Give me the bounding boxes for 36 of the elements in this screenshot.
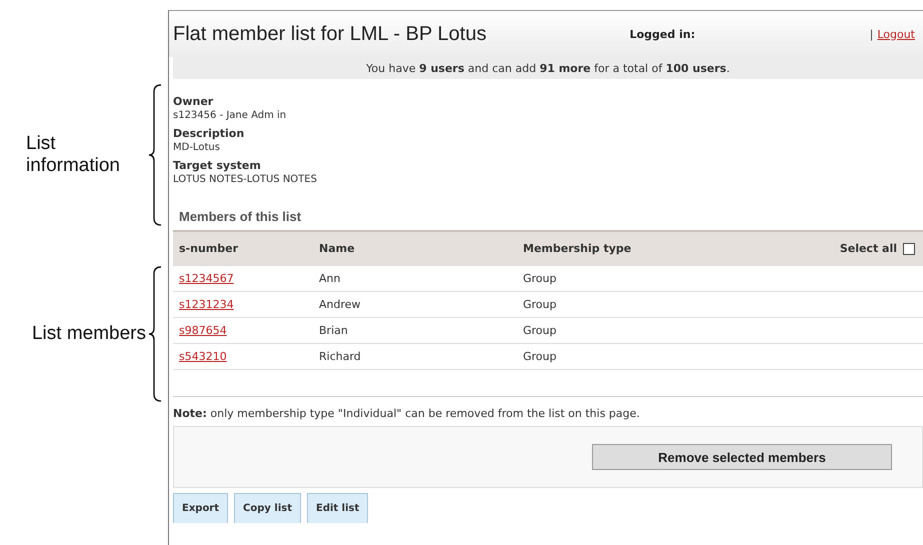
action-button[interactable]: Edit list <box>307 493 368 523</box>
table-cell-text: Group <box>523 298 558 311</box>
table-cell-text: Richard <box>319 350 362 363</box>
column-header: Name <box>319 242 356 255</box>
table-cell-text: Group <box>523 324 558 337</box>
table-cell-text: Group <box>523 272 558 285</box>
field-label: Target system <box>173 159 262 172</box>
field-value: LOTUS NOTES-LOTUS NOTES <box>173 174 318 185</box>
s-number-link[interactable]: s987654 <box>179 324 319 337</box>
remove-members-button[interactable]: Remove selected members <box>592 444 892 470</box>
field-label: Description <box>173 127 246 140</box>
note-text: Note: only membership type "Individual" can be removed from the list on this page. <box>172 406 641 422</box>
annotation-label: List members <box>32 323 146 345</box>
s-number-link[interactable]: s543210 <box>179 350 319 363</box>
field-value: MD-Lotus <box>173 142 221 153</box>
select-all-checkbox[interactable] <box>903 242 915 254</box>
table-cell-text: Ann <box>319 272 342 285</box>
logged-in-label: Logged in: <box>630 28 696 40</box>
column-header: Membership type <box>523 242 632 255</box>
action-button[interactable]: Copy list <box>234 493 301 523</box>
table-cell-text: Andrew <box>319 298 362 311</box>
annotation-label: List information <box>26 133 121 177</box>
logout-link[interactable]: Logout <box>877 28 915 40</box>
select-all-label: Select all <box>840 242 897 255</box>
column-header: s-number <box>179 242 239 255</box>
table-cell-text: Brian <box>319 324 349 337</box>
section-heading: Members of this list <box>178 208 302 226</box>
action-button[interactable]: Export <box>173 493 228 523</box>
user-summary: You have 9 users and can add 91 more for a total of 100 users. <box>173 57 923 79</box>
s-number-link[interactable]: s1234567 <box>179 272 319 285</box>
table-cell-text: Group <box>523 350 558 363</box>
page-title: Flat member list for LML - BP Lotus <box>173 22 488 46</box>
field-value: s123456 - Jane Adm in <box>173 110 288 121</box>
s-number-link[interactable]: s1231234 <box>179 298 319 311</box>
field-label: Owner <box>173 95 214 108</box>
separator: | <box>870 28 874 40</box>
